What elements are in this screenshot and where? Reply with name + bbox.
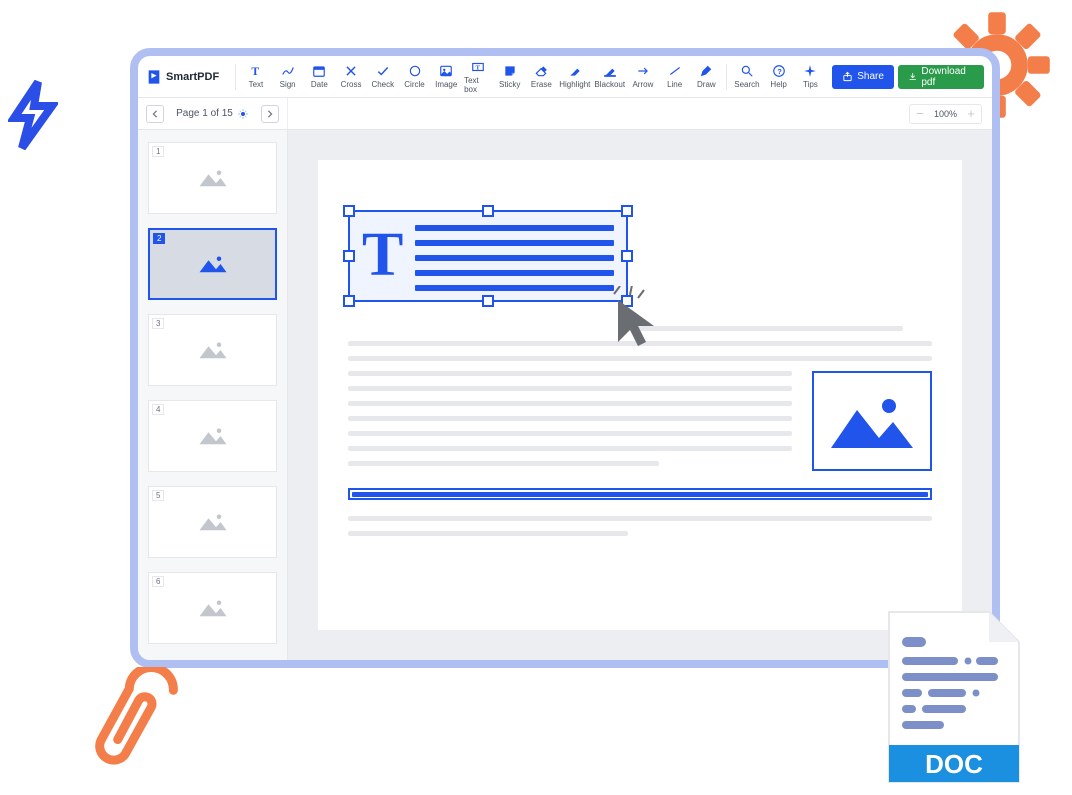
thumbnail-5[interactable]: 5 <box>148 486 277 558</box>
selected-text-block[interactable]: T <box>348 210 628 302</box>
document-page[interactable]: T <box>318 160 962 630</box>
tool-search[interactable]: Search <box>733 59 761 95</box>
image-placeholder-icon <box>198 252 228 276</box>
page-settings-icon[interactable] <box>237 108 249 120</box>
tool-sticky[interactable]: Sticky <box>496 59 524 95</box>
tool-draw[interactable]: Draw <box>693 59 721 95</box>
subtoolbar: Page 1 of 15 − 100% + <box>138 98 992 130</box>
resize-handle-mr[interactable] <box>621 250 633 262</box>
image-placeholder-icon <box>198 596 228 620</box>
workspace: 1 2 3 4 5 6 <box>138 130 992 660</box>
doc-file-decoration: DOC <box>884 607 1024 787</box>
resize-handle-tm[interactable] <box>482 205 494 217</box>
svg-text:?: ? <box>777 67 782 76</box>
tool-check[interactable]: Check <box>369 59 397 95</box>
zoom-control: − 100% + <box>909 104 982 124</box>
resize-handle-bl[interactable] <box>343 295 355 307</box>
image-placeholder-frame[interactable] <box>812 371 932 471</box>
share-button[interactable]: Share <box>832 65 894 89</box>
zoom-out-button[interactable]: − <box>910 107 930 120</box>
image-placeholder-icon <box>198 166 228 190</box>
page-info: Page 1 of 15 <box>176 108 249 120</box>
thumbnail-2[interactable]: 2 <box>148 228 277 300</box>
thumbnail-6[interactable]: 6 <box>148 572 277 644</box>
image-placeholder-icon <box>827 386 917 456</box>
zoom-value: 100% <box>930 109 961 119</box>
image-placeholder-icon <box>198 338 228 362</box>
tool-arrow[interactable]: Arrow <box>629 59 657 95</box>
prev-page-button[interactable] <box>146 105 164 123</box>
tool-sign[interactable]: Sign <box>274 59 302 95</box>
image-placeholder-icon <box>198 424 228 448</box>
app-window: SmartPDF T Text Sign Date Cross Check Ci… <box>130 48 1000 668</box>
text-icon: T <box>362 231 403 281</box>
body-text-placeholder <box>348 326 932 536</box>
paperclip-decoration <box>88 667 208 787</box>
resize-handle-tr[interactable] <box>621 205 633 217</box>
brand-text: SmartPDF <box>166 71 219 83</box>
tool-tips[interactable]: Tips <box>797 59 825 95</box>
tool-textbox[interactable]: T Text box <box>464 59 492 95</box>
next-page-button[interactable] <box>261 105 279 123</box>
thumbnail-4[interactable]: 4 <box>148 400 277 472</box>
tool-highlight[interactable]: Highlight <box>559 59 590 95</box>
resize-handle-bm[interactable] <box>482 295 494 307</box>
tool-image[interactable]: Image <box>432 59 460 95</box>
resize-handle-tl[interactable] <box>343 205 355 217</box>
tool-help[interactable]: ? Help <box>765 59 793 95</box>
thumbnail-1[interactable]: 1 <box>148 142 277 214</box>
brand-logo: SmartPDF <box>146 69 219 85</box>
highlighted-line[interactable] <box>348 488 932 500</box>
tool-text[interactable]: T Text <box>242 59 270 95</box>
tool-line[interactable]: Line <box>661 59 689 95</box>
tool-date[interactable]: Date <box>305 59 333 95</box>
zoom-in-button[interactable]: + <box>961 107 981 120</box>
download-button[interactable]: Download pdf <box>898 65 984 89</box>
bolt-decoration <box>8 80 58 150</box>
thumbnail-3[interactable]: 3 <box>148 314 277 386</box>
svg-text:DOC: DOC <box>925 749 983 779</box>
image-placeholder-icon <box>198 510 228 534</box>
tool-cross[interactable]: Cross <box>337 59 365 95</box>
svg-text:T: T <box>251 65 259 78</box>
tool-blackout[interactable]: Blackout <box>594 59 625 95</box>
cursor-icon <box>608 286 668 356</box>
resize-handle-ml[interactable] <box>343 250 355 262</box>
tool-circle[interactable]: Circle <box>401 59 429 95</box>
toolbar: SmartPDF T Text Sign Date Cross Check Ci… <box>138 56 992 98</box>
canvas-area: T <box>288 130 992 660</box>
thumbnails-sidebar: 1 2 3 4 5 6 <box>138 130 288 660</box>
svg-text:T: T <box>476 64 481 71</box>
text-lines-icon <box>415 221 614 291</box>
tool-erase[interactable]: Erase <box>528 59 556 95</box>
